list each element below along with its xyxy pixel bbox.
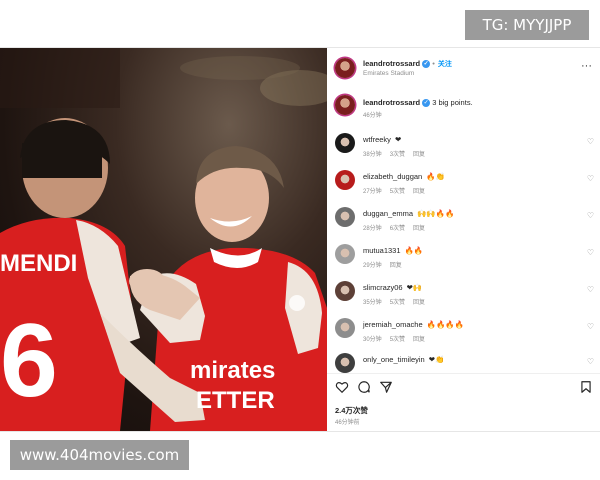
site-watermark: www.404movies.com bbox=[10, 440, 189, 470]
comment-text: mutua1331 🔥🔥 bbox=[363, 246, 423, 255]
jersey-name-text: MENDI bbox=[0, 250, 77, 277]
caption-time: 46分钟 bbox=[363, 113, 382, 119]
comment-likes[interactable]: 5次赞 bbox=[390, 337, 405, 343]
comment-meta: 28分钟 6次赞 回复 bbox=[363, 223, 433, 232]
author-line: leandrotrossard ✓ • 关注 bbox=[363, 59, 452, 69]
heart-icon[interactable] bbox=[335, 380, 349, 394]
bookmark-icon[interactable] bbox=[579, 380, 593, 394]
caption-body: 3 big points. bbox=[432, 98, 473, 107]
post-photo-illustration: MENDI 6 mirates ETTER bbox=[0, 48, 327, 431]
comment-like-heart-icon[interactable]: ♡ bbox=[587, 137, 594, 146]
commenter-avatar[interactable] bbox=[335, 318, 355, 338]
comment-likes[interactable]: 5次赞 bbox=[390, 300, 405, 306]
jersey-sponsor-line1: mirates bbox=[190, 357, 275, 384]
likes-count[interactable]: 2.4万次赞 bbox=[335, 405, 368, 416]
comment-like-heart-icon[interactable]: ♡ bbox=[587, 322, 594, 331]
commenter-avatar[interactable] bbox=[335, 133, 355, 153]
post-location[interactable]: Emirates Stadium bbox=[363, 70, 414, 77]
commenter-avatar[interactable] bbox=[335, 353, 355, 373]
commenter-username[interactable]: wtfreeky bbox=[363, 135, 391, 144]
comment-meta: 38分钟 3次赞 回复 bbox=[363, 149, 433, 158]
commenter-username[interactable]: mutua1331 bbox=[363, 246, 401, 255]
commenter-avatar[interactable] bbox=[335, 207, 355, 227]
caption: leandrotrossard ✓ 3 big points. bbox=[363, 98, 473, 108]
comment-text: duggan_emma 🙌🙌🔥🔥 bbox=[363, 209, 454, 218]
jersey-number-text: 6 bbox=[0, 303, 58, 419]
comment-item: mutua1331 🔥🔥 29分钟 回复 ♡ bbox=[327, 242, 600, 278]
comment-emoji: 🔥🔥 bbox=[404, 246, 424, 255]
comment-emoji: 🙌🙌🔥🔥 bbox=[417, 209, 455, 218]
comment-emoji: ❤🙌 bbox=[406, 283, 423, 292]
comment-meta: 30分钟 5次赞 回复 bbox=[363, 334, 433, 343]
comment-meta: 35分钟 5次赞 回复 bbox=[363, 297, 433, 306]
comment-time: 38分钟 bbox=[363, 152, 382, 158]
more-options-icon[interactable]: ··· bbox=[581, 60, 592, 72]
commenter-username[interactable]: only_one_timileyin bbox=[363, 355, 425, 364]
jersey-sponsor-line2: ETTER bbox=[196, 387, 275, 414]
comment-meta: 29分钟 回复 bbox=[363, 260, 410, 269]
comment-item: duggan_emma 🙌🙌🔥🔥 28分钟 6次赞 回复 ♡ bbox=[327, 205, 600, 241]
verified-badge-icon: ✓ bbox=[422, 99, 431, 108]
comment-likes[interactable]: 3次赞 bbox=[390, 152, 405, 158]
comment-time: 28分钟 bbox=[363, 226, 382, 232]
comment-item: elizabeth_duggan 🔥👏 27分钟 5次赞 回复 ♡ bbox=[327, 168, 600, 204]
comment-like-heart-icon[interactable]: ♡ bbox=[587, 211, 594, 220]
comment-time: 29分钟 bbox=[363, 263, 382, 269]
commenter-username[interactable]: slimcrazy06 bbox=[363, 283, 403, 292]
comment-text: only_one_timileyin ❤👏 bbox=[363, 355, 444, 364]
verified-badge-icon: ✓ bbox=[422, 60, 431, 69]
commenter-avatar[interactable] bbox=[335, 244, 355, 264]
comment-item: slimcrazy06 ❤🙌 35分钟 5次赞 回复 ♡ bbox=[327, 279, 600, 315]
comment-likes[interactable]: 5次赞 bbox=[390, 189, 405, 195]
author-username[interactable]: leandrotrossard bbox=[363, 59, 420, 68]
commenter-username[interactable]: jeremiah_omache bbox=[363, 320, 423, 329]
comment-emoji: ❤ bbox=[394, 135, 402, 144]
comment-like-heart-icon[interactable]: ♡ bbox=[587, 174, 594, 183]
reply-button[interactable]: 回复 bbox=[413, 152, 425, 158]
reply-button[interactable]: 回复 bbox=[413, 226, 425, 232]
comment-like-heart-icon[interactable]: ♡ bbox=[587, 248, 594, 257]
dot-separator: • bbox=[432, 59, 435, 68]
reply-button[interactable]: 回复 bbox=[413, 300, 425, 306]
reply-button[interactable]: 回复 bbox=[413, 189, 425, 195]
comment-meta: 27分钟 5次赞 回复 bbox=[363, 186, 433, 195]
comment-time: 30分钟 bbox=[363, 337, 382, 343]
post-header: leandrotrossard ✓ • 关注 Emirates Stadium ··… bbox=[327, 48, 600, 88]
reply-button[interactable]: 回复 bbox=[390, 263, 402, 269]
comment-likes[interactable]: 6次赞 bbox=[390, 226, 405, 232]
post-sidebar: leandrotrossard ✓ • 关注 Emirates Stadium ··… bbox=[327, 48, 600, 431]
action-bar: 2.4万次赞 46分钟前 bbox=[327, 373, 600, 431]
caption-username[interactable]: leandrotrossard bbox=[363, 98, 420, 107]
reply-button[interactable]: 回复 bbox=[413, 337, 425, 343]
comment-item: wtfreeky ❤ 38分钟 3次赞 回复 ♡ bbox=[327, 131, 600, 167]
post-photo[interactable]: MENDI 6 mirates ETTER bbox=[0, 48, 327, 431]
commenter-avatar[interactable] bbox=[335, 170, 355, 190]
comment-text: jeremiah_omache 🔥🔥🔥🔥 bbox=[363, 320, 464, 329]
post-timestamp: 46分钟前 bbox=[335, 420, 360, 426]
comment-time: 27分钟 bbox=[363, 189, 382, 195]
comment-emoji: 🔥🔥🔥🔥 bbox=[426, 320, 464, 329]
comment-icon[interactable] bbox=[357, 380, 371, 394]
telegram-watermark: TG: MYYJJPP bbox=[465, 10, 589, 40]
share-icon[interactable] bbox=[379, 380, 393, 394]
commenter-username[interactable]: elizabeth_duggan bbox=[363, 172, 422, 181]
comment-like-heart-icon[interactable]: ♡ bbox=[587, 357, 594, 366]
comment-text: wtfreeky ❤ bbox=[363, 135, 401, 144]
comment-emoji: ❤👏 bbox=[428, 355, 445, 364]
comment-like-heart-icon[interactable]: ♡ bbox=[587, 285, 594, 294]
author-avatar[interactable] bbox=[335, 58, 355, 78]
follow-button[interactable]: 关注 bbox=[438, 61, 452, 68]
comment-item: jeremiah_omache 🔥🔥🔥🔥 30分钟 5次赞 回复 ♡ bbox=[327, 316, 600, 352]
commenter-username[interactable]: duggan_emma bbox=[363, 209, 413, 218]
instagram-post-frame: MENDI 6 mirates ETTER leandrotrossard ✓ •… bbox=[0, 47, 600, 432]
comment-time: 35分钟 bbox=[363, 300, 382, 306]
comment-emoji: 🔥👏 bbox=[426, 172, 445, 181]
caption-avatar[interactable] bbox=[335, 95, 355, 115]
comment-text: slimcrazy06 ❤🙌 bbox=[363, 283, 422, 292]
commenter-avatar[interactable] bbox=[335, 281, 355, 301]
comment-text: elizabeth_duggan 🔥👏 bbox=[363, 172, 445, 181]
